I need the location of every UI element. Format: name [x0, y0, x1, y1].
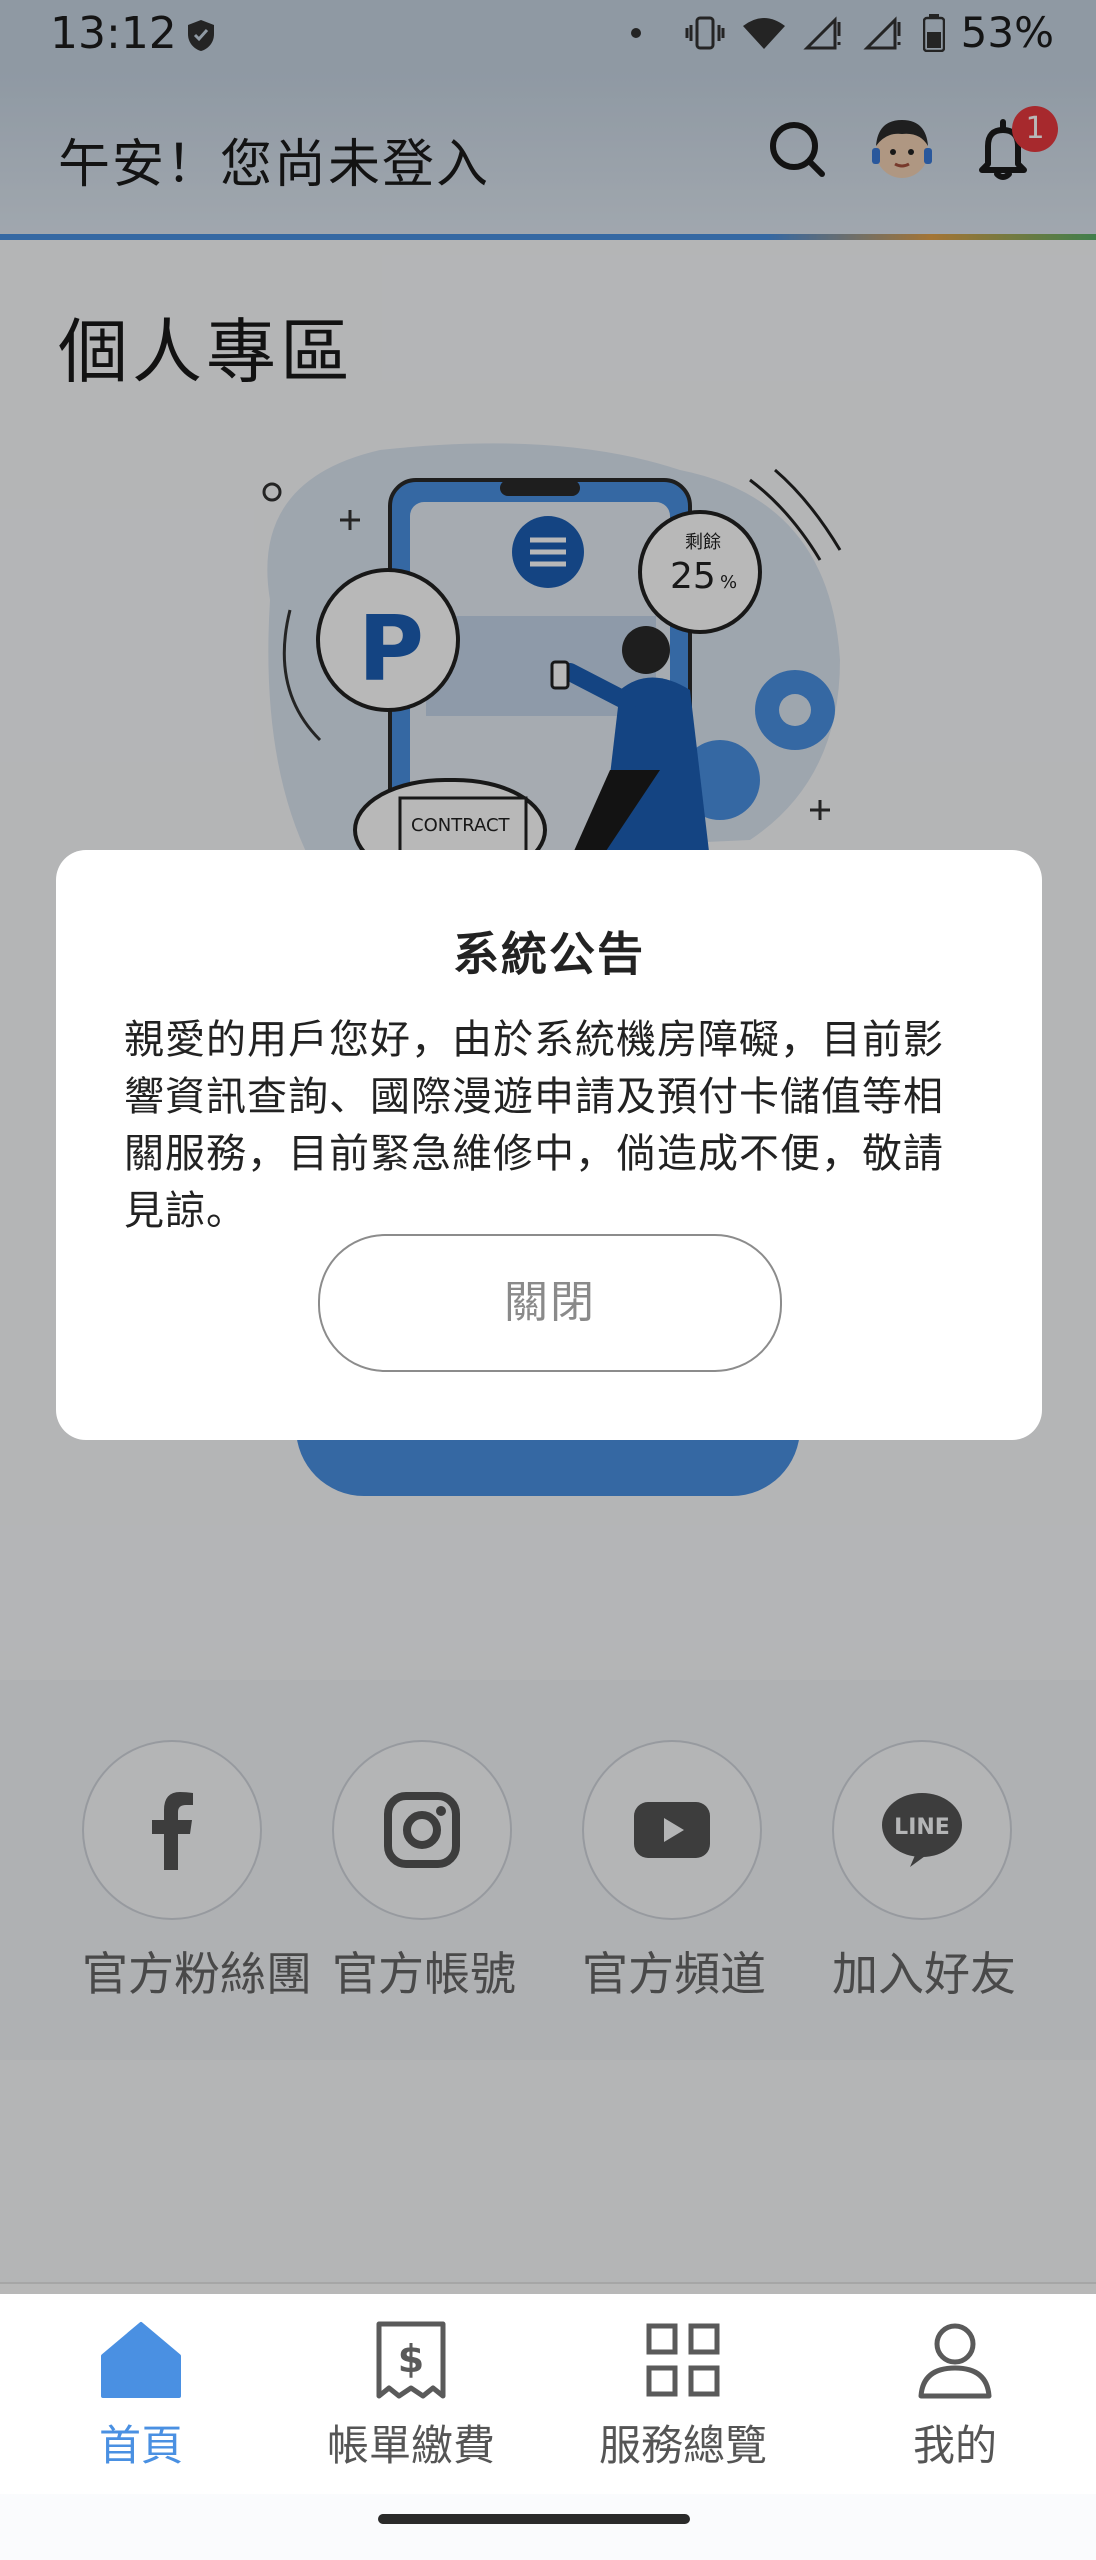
bill-icon[interactable]: $ [371, 2320, 451, 2400]
announcement-dialog: 系統公告 親愛的用戶您好，由於系統機房障礙，目前影響資訊查詢、國際漫遊申請及預付… [56, 850, 1042, 1440]
tab-label: 帳單繳費 [326, 2421, 495, 2470]
tab-label: 首頁 [98, 2421, 183, 2470]
tab-home[interactable]: 首頁 [4, 2284, 278, 2494]
modal-backdrop-edge [0, 2282, 1096, 2294]
tab-billing[interactable]: $ 帳單繳費 [274, 2284, 548, 2494]
home-indicator[interactable] [378, 2514, 690, 2524]
grid-icon[interactable] [643, 2320, 723, 2400]
tab-label: 我的 [912, 2421, 997, 2470]
bottom-tab-bar: 首頁 $ 帳單繳費 服務總覽 我的 [0, 2282, 1096, 2494]
home-icon[interactable] [101, 2320, 181, 2400]
tab-me[interactable]: 我的 [818, 2284, 1092, 2494]
tab-services[interactable]: 服務總覽 [546, 2284, 820, 2494]
close-button[interactable]: 關閉 [318, 1234, 782, 1372]
app-screen: 13:12 53% 午安！您尚未登入 1 個人專區 P 剩餘 25 % CONT… [0, 0, 1096, 2560]
user-icon[interactable] [915, 2320, 995, 2400]
svg-text:$: $ [398, 2337, 424, 2381]
dialog-title: 系統公告 [453, 927, 645, 981]
tab-label: 服務總覽 [598, 2421, 767, 2470]
dialog-message: 親愛的用戶您好，由於系統機房障礙，目前影響資訊查詢、國際漫遊申請及預付卡儲值等相… [124, 1017, 944, 1234]
